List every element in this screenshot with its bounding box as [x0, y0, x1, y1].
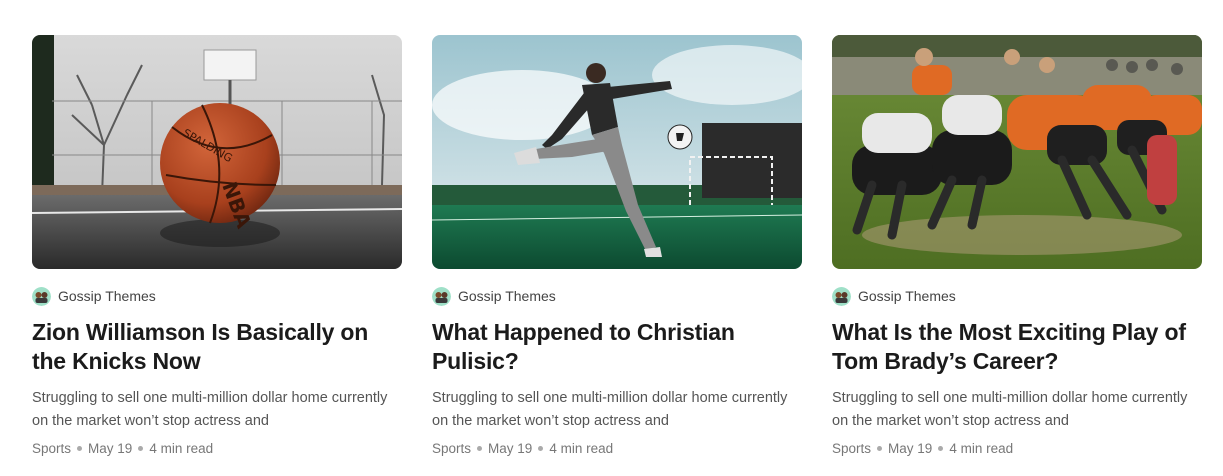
post-read-time: 4 min read [149, 441, 214, 456]
separator-dot [538, 446, 544, 451]
post-author[interactable]: Gossip Themes [832, 286, 1202, 306]
post-title[interactable]: Zion Williamson Is Basically on the Knic… [32, 318, 402, 376]
post-card: SPALDING NBA Gossip Themes Zion Williams… [32, 35, 402, 456]
post-author[interactable]: Gossip Themes [32, 286, 402, 306]
post-image-basketball[interactable]: SPALDING NBA [32, 35, 402, 269]
separator-dot [77, 446, 83, 451]
post-category[interactable]: Sports [832, 441, 871, 456]
author-name: Gossip Themes [858, 288, 956, 304]
soccer-kick-photo [432, 35, 802, 269]
post-image-soccer[interactable] [432, 35, 802, 269]
separator-dot [477, 446, 483, 451]
post-read-time: 4 min read [949, 441, 1014, 456]
author-avatar [32, 286, 51, 306]
author-avatar [832, 286, 851, 306]
rugby-scrum-photo [832, 35, 1202, 269]
author-name: Gossip Themes [58, 288, 156, 304]
author-name: Gossip Themes [458, 288, 556, 304]
post-date: May 19 [88, 441, 133, 456]
post-grid: SPALDING NBA Gossip Themes Zion Williams… [32, 35, 1202, 456]
post-title[interactable]: What Happened to Christian Pulisic? [432, 318, 802, 376]
separator-dot [877, 446, 883, 451]
post-read-time: 4 min read [549, 441, 614, 456]
post-author[interactable]: Gossip Themes [432, 286, 802, 306]
post-meta: Sports May 19 4 min read [832, 441, 1202, 456]
post-meta: Sports May 19 4 min read [432, 441, 802, 456]
post-meta: Sports May 19 4 min read [32, 441, 402, 456]
post-category[interactable]: Sports [32, 441, 71, 456]
post-title[interactable]: What Is the Most Exciting Play of Tom Br… [832, 318, 1202, 376]
post-category[interactable]: Sports [432, 441, 471, 456]
post-excerpt: Struggling to sell one multi-million dol… [832, 390, 1188, 429]
author-avatar [432, 286, 451, 306]
separator-dot [138, 446, 144, 451]
post-excerpt: Struggling to sell one multi-million dol… [32, 390, 388, 429]
post-excerpt: Struggling to sell one multi-million dol… [432, 390, 788, 429]
post-date: May 19 [888, 441, 933, 456]
post-date: May 19 [488, 441, 533, 456]
post-card: Gossip Themes What Is the Most Exciting … [832, 35, 1202, 456]
post-image-rugby[interactable] [832, 35, 1202, 269]
post-card: Gossip Themes What Happened to Christian… [432, 35, 802, 456]
separator-dot [938, 446, 944, 451]
basketball-court-photo: SPALDING NBA [32, 35, 402, 269]
